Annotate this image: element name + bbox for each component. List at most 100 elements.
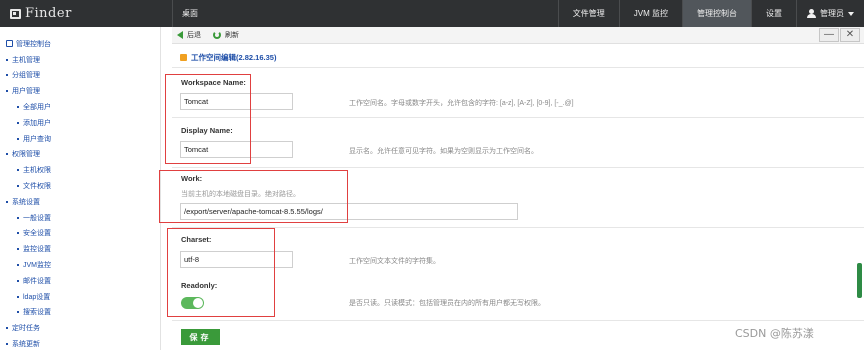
user-menu[interactable]: 管理员 <box>796 0 864 27</box>
nav-admin-console[interactable]: 管理控制台 <box>682 0 751 27</box>
sidebar-item[interactable]: 文件权限 <box>0 178 160 194</box>
sidebar-item[interactable]: 主机权限 <box>0 162 160 178</box>
app-title: Finder <box>25 6 72 21</box>
back-arrow-icon <box>177 31 183 39</box>
charset-desc: 工作空间文本文件的字符集。 <box>349 258 440 265</box>
user-name: 管理员 <box>820 9 844 18</box>
bullet-icon <box>17 185 19 188</box>
sidebar-item[interactable]: 定时任务 <box>0 320 160 336</box>
bullet-icon <box>17 248 19 251</box>
panel-title: 工作空间编辑(2.82.16.35) <box>180 52 276 63</box>
bullet-icon <box>17 295 19 298</box>
bullet-icon <box>17 137 19 140</box>
display-name-row: Display Name: 显示名。允许任意可见字符。如果为空则显示为工作空间名… <box>172 117 864 167</box>
bullet-icon <box>6 327 8 330</box>
sidebar-item-label: 全部用户 <box>23 104 51 112</box>
sidebar-item-label: 监控设置 <box>23 246 51 254</box>
workspace-name-row: Workspace Name: 工作空间名。字母或数字开头，允许包含的字符: [… <box>172 67 864 117</box>
sidebar-item[interactable]: 主机管理 <box>0 52 160 68</box>
nav-desktop[interactable]: 桌面 <box>172 0 198 27</box>
bullet-icon <box>17 106 19 109</box>
sidebar-item[interactable]: ldap设置 <box>0 289 160 305</box>
edit-icon <box>180 54 187 61</box>
readonly-desc: 是否只读。只读模式：包括管理员在内的所有用户都无写权限。 <box>349 300 545 307</box>
sidebar-item[interactable]: 全部用户 <box>0 99 160 115</box>
sidebar-item-label: JVM监控 <box>23 262 51 270</box>
sidebar-item-label: 文件权限 <box>23 183 51 191</box>
scrollbar[interactable] <box>857 263 862 298</box>
annotation-box <box>159 170 348 223</box>
bullet-icon <box>6 74 8 77</box>
panel-title-text: 工作空间编辑(2.82.16.35) <box>191 53 277 62</box>
watermark: CSDN @陈苏漾 <box>735 327 814 340</box>
annotation-box <box>167 228 275 317</box>
bullet-icon <box>6 90 8 93</box>
sidebar-item[interactable]: 邮件设置 <box>0 273 160 289</box>
console-icon <box>6 40 13 48</box>
divider <box>172 320 864 321</box>
sidebar-item[interactable]: 分组管理 <box>0 68 160 84</box>
sidebar-item[interactable]: 添加用户 <box>0 115 160 131</box>
sidebar-item-label: 安全设置 <box>23 230 51 238</box>
app-logo[interactable]: Finder <box>0 0 172 27</box>
sidebar-item-label: 权限管理 <box>12 151 40 159</box>
window-controls: — ✕ <box>818 28 860 42</box>
sidebar-item[interactable]: 用户管理 <box>0 83 160 99</box>
sidebar-item-label: 用户查询 <box>23 135 51 143</box>
sidebar-item[interactable]: 系统设置 <box>0 194 160 210</box>
sidebar-item[interactable]: 安全设置 <box>0 226 160 242</box>
sidebar-item-label: 添加用户 <box>23 119 51 127</box>
sidebar-item-label: 一般设置 <box>23 214 51 222</box>
sidebar-item-label: 主机权限 <box>23 167 51 175</box>
user-icon <box>807 9 816 18</box>
bullet-icon <box>17 264 19 267</box>
bullet-icon <box>17 169 19 172</box>
nav-settings[interactable]: 设置 <box>751 0 796 27</box>
finder-logo-icon <box>10 8 21 19</box>
sidebar-item-label: 系统更新 <box>12 341 40 349</box>
sidebar-item[interactable]: JVM监控 <box>0 257 160 273</box>
bullet-icon <box>17 232 19 235</box>
top-bar: Finder 桌面 文件管理 JVM 监控 管理控制台 设置 管理员 <box>0 0 864 27</box>
save-button[interactable]: 保存 <box>181 329 220 345</box>
workspace-name-desc: 工作空间名。字母或数字开头，允许包含的字符: [a-z], [A-Z], [0-… <box>349 100 574 107</box>
charset-row: Charset: 工作空间文本文件的字符集。 <box>172 227 864 276</box>
refresh-icon <box>213 31 221 39</box>
display-name-desc: 显示名。允许任意可见字符。如果为空则显示为工作空间名。 <box>349 148 538 155</box>
sidebar-item-label: 系统设置 <box>12 198 40 206</box>
bullet-icon <box>6 153 8 156</box>
bullet-icon <box>17 311 19 314</box>
sidebar-item-label: 邮件设置 <box>23 277 51 285</box>
sidebar-item[interactable]: 一般设置 <box>0 210 160 226</box>
toolbar: 后退 刷新 — ✕ <box>172 27 864 44</box>
sidebar-item[interactable]: 搜索设置 <box>0 305 160 321</box>
nav-jvm-monitor[interactable]: JVM 监控 <box>618 0 682 27</box>
bullet-icon <box>6 58 8 61</box>
sidebar-root-label: 管理控制台 <box>16 40 51 48</box>
bullet-icon <box>6 343 8 346</box>
sidebar-item-label: 分组管理 <box>12 72 40 80</box>
bullet-icon <box>17 121 19 124</box>
bullet-icon <box>17 279 19 282</box>
sidebar-item-label: 用户管理 <box>12 88 40 96</box>
sidebar: 管理控制台 主机管理分组管理用户管理全部用户添加用户用户查询权限管理主机权限文件… <box>0 27 161 350</box>
sidebar-item-label: 搜索设置 <box>23 309 51 317</box>
minimize-button[interactable]: — <box>819 28 839 42</box>
top-nav: 文件管理 JVM 监控 管理控制台 设置 管理员 <box>557 0 864 27</box>
sidebar-list: 主机管理分组管理用户管理全部用户添加用户用户查询权限管理主机权限文件权限系统设置… <box>0 52 160 352</box>
refresh-label: 刷新 <box>225 32 239 39</box>
nav-file-management[interactable]: 文件管理 <box>557 0 619 27</box>
bullet-icon <box>17 216 19 219</box>
chevron-down-icon <box>848 11 854 16</box>
refresh-button[interactable]: 刷新 <box>213 30 239 40</box>
sidebar-item[interactable]: 用户查询 <box>0 131 160 147</box>
sidebar-item-label: ldap设置 <box>23 293 51 301</box>
sidebar-item[interactable]: 权限管理 <box>0 147 160 163</box>
readonly-row: Readonly: 是否只读。只读模式：包括管理员在内的所有用户都无写权限。 <box>172 276 864 321</box>
back-button[interactable]: 后退 <box>177 30 201 40</box>
bullet-icon <box>6 200 8 203</box>
sidebar-root[interactable]: 管理控制台 <box>0 36 160 52</box>
close-button[interactable]: ✕ <box>840 28 860 42</box>
sidebar-item[interactable]: 监控设置 <box>0 241 160 257</box>
sidebar-item-label: 定时任务 <box>12 325 40 333</box>
